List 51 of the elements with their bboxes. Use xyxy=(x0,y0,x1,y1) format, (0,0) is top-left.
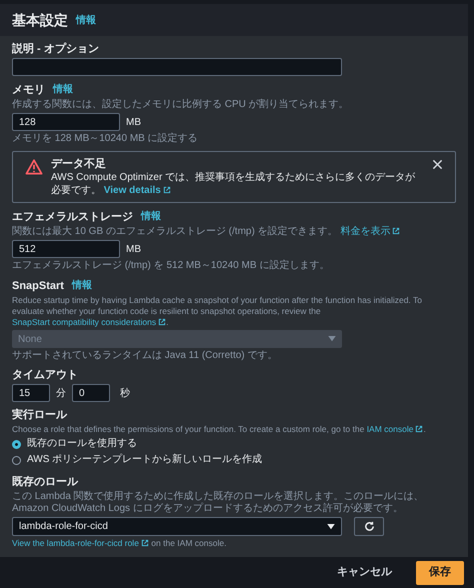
alert-message: AWS Compute Optimizer では、推奨事項を生成するためにさらに多くのデータが必要です。 View details xyxy=(51,171,416,197)
input-field[interactable] xyxy=(12,58,342,76)
external-link-icon xyxy=(392,227,400,235)
role-console-text: View the lambda-role-for-cicd role on the IAM console. xyxy=(12,538,228,549)
radio-option[interactable]: 既存のロールを使用する xyxy=(12,437,456,451)
input-field[interactable]: 512 xyxy=(12,240,120,258)
field-label: メモリ xyxy=(12,82,45,96)
input-field[interactable]: 15 xyxy=(12,384,50,402)
warning-icon xyxy=(25,159,43,175)
field-label: SnapStart xyxy=(12,278,64,292)
unit-label: MB xyxy=(126,116,141,130)
field-label: 説明 - オプション xyxy=(12,42,99,56)
unit-label: 分 xyxy=(56,386,66,400)
unit-label: 秒 xyxy=(120,386,130,400)
info-link[interactable]: 情報 xyxy=(76,12,96,28)
info-link[interactable]: 情報 xyxy=(141,209,161,224)
info-link[interactable]: 情報 xyxy=(53,82,73,97)
input-field[interactable]: 128 xyxy=(12,113,120,131)
field-description: Choose a role that defines the permissions of your function. To create a custom role, go to the IAM console . xyxy=(12,424,427,435)
caret-icon xyxy=(328,336,336,342)
constraint-text: サポートされているランタイムは Java 11 (Corretto) です。 xyxy=(12,350,278,362)
field-description: Reduce startup time by having Lambda cache a snapshot of your function after the function has initialized. To evaluate whether your function code is resilient to snapshot operations, review the SnapStart compatibility considerations . xyxy=(12,295,423,328)
external-link-icon xyxy=(158,318,166,326)
radio-option[interactable]: AWS ポリシーテンプレートから新しいロールを作成 xyxy=(12,453,456,467)
field-description: 作成する関数には、設定したメモリに比例する CPU が割り当てられます。 xyxy=(12,99,350,111)
section-title: 基本設定 xyxy=(12,10,68,30)
save-button[interactable]: 保存 xyxy=(416,560,464,584)
field-label: エフェメラルストレージ xyxy=(12,210,133,224)
external-link-icon xyxy=(140,539,149,547)
view-details-link[interactable]: View details xyxy=(104,185,171,196)
external-link-icon xyxy=(162,186,171,194)
field-description: 関数には最大 10 GB のエフェメラルストレージ (/tmp) を設定できます。 料金を表示 xyxy=(12,226,456,238)
constraint-text: エフェメラルストレージ (/tmp) を 512 MB～10240 MB に設定します。 xyxy=(12,260,330,272)
refresh-button[interactable] xyxy=(354,517,384,536)
constraint-text: メモリを 128 MB～10240 MB に設定する xyxy=(12,133,199,145)
close-icon[interactable] xyxy=(432,159,443,170)
alert-title: データ不足 xyxy=(51,157,107,171)
external-link-icon xyxy=(415,425,424,433)
field-description: この Lambda 関数で使用するために作成した既存のロールを選択します。このロールには、Amazon CloudWatch Logs にログをアップロードするためのアクセス許可が必要です。 xyxy=(12,491,425,515)
help-link[interactable]: 料金を表示 xyxy=(340,226,400,237)
field-label: 既存のロール xyxy=(12,475,78,489)
role-dropdown[interactable]: lambda-role-for-cicd xyxy=(12,517,342,536)
cancel-button[interactable]: キャンセル xyxy=(329,564,400,581)
refresh-icon xyxy=(364,521,374,532)
input-field[interactable]: 0 xyxy=(72,384,110,402)
caret-icon xyxy=(327,524,335,530)
view-role-link[interactable]: View the lambda-role-for-cicd role xyxy=(12,538,149,548)
field-label: 実行ロール xyxy=(12,408,67,422)
field-label: タイムアウト xyxy=(12,368,78,382)
unit-label: MB xyxy=(126,242,141,256)
help-link[interactable]: IAM console xyxy=(366,424,424,434)
